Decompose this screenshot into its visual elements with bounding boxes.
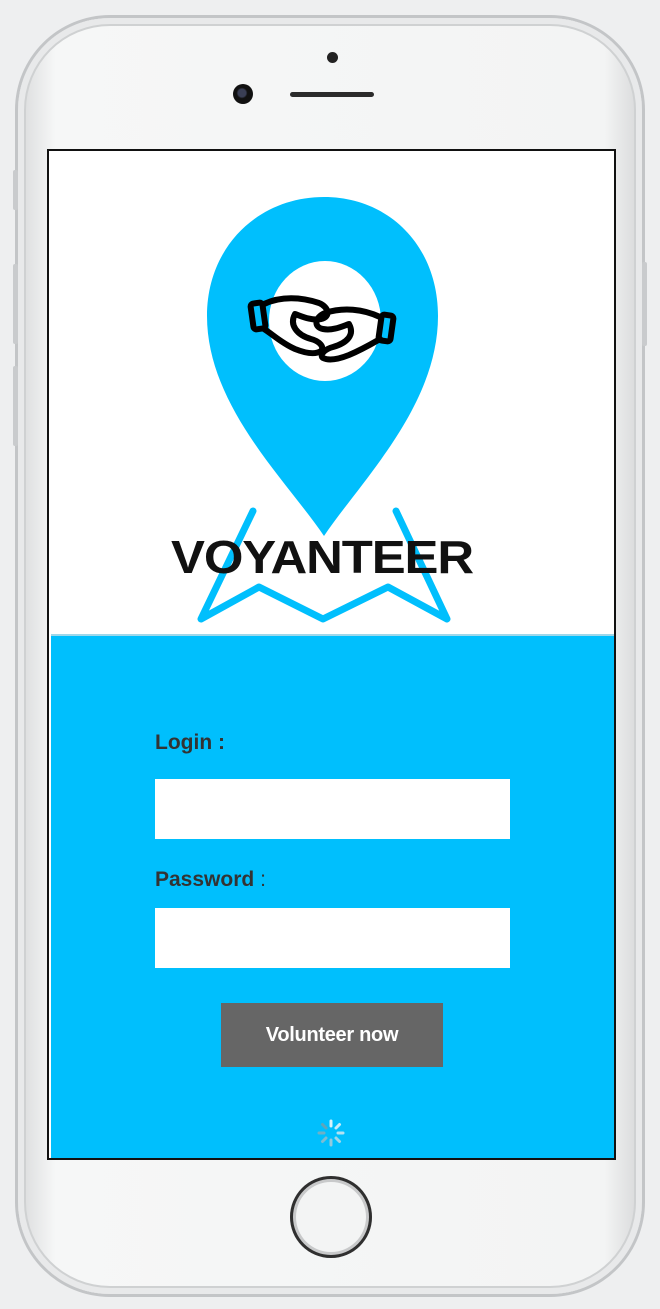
location-pin-handshake-icon xyxy=(207,197,438,536)
proximity-sensor xyxy=(327,52,338,63)
password-label-text: Password xyxy=(155,868,255,891)
brand-wordmark: VOYANTEER xyxy=(171,531,474,583)
power-button xyxy=(642,262,647,346)
login-label: Login : xyxy=(155,731,225,755)
login-form: Login : Password : Volunteer now xyxy=(51,634,614,1158)
volume-down-button xyxy=(13,366,18,446)
earpiece-speaker xyxy=(290,92,374,97)
login-label-colon: : xyxy=(218,731,225,754)
home-button[interactable] xyxy=(290,1176,372,1258)
volume-up-button xyxy=(13,264,18,344)
password-label: Password : xyxy=(155,868,266,892)
app-logo: VOYANTEER xyxy=(171,197,475,623)
password-input[interactable] xyxy=(155,908,510,968)
app-screen: VOYANTEER Login : Password : Volunteer n… xyxy=(47,149,616,1160)
volunteer-now-button[interactable]: Volunteer now xyxy=(221,1003,443,1067)
front-camera-icon xyxy=(233,84,253,104)
logo-area: VOYANTEER xyxy=(49,151,614,634)
mute-switch xyxy=(13,170,18,210)
login-input[interactable] xyxy=(155,779,510,839)
loading-spinner-icon xyxy=(317,1119,345,1147)
password-label-colon: : xyxy=(260,868,266,891)
login-label-text: Login xyxy=(155,731,213,754)
